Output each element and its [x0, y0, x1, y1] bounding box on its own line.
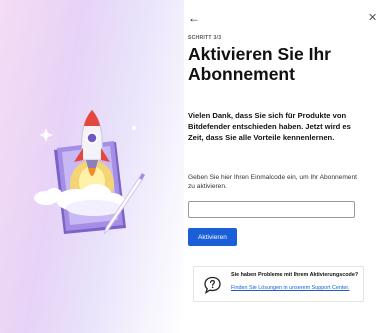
close-icon[interactable]: ✕ — [368, 13, 377, 24]
activation-step-content: ← ✕ SCHRITT 3/3 Aktivieren Sie Ihr Abonn… — [188, 0, 378, 333]
support-help-box: Sie haben Probleme mit Ihrem Aktivierung… — [193, 266, 364, 302]
step-indicator: SCHRITT 3/3 — [188, 35, 222, 41]
rocket-launch-illustration — [34, 109, 145, 235]
illustration-panel — [0, 0, 184, 333]
support-center-link[interactable]: Finden Sie Lösungen in unserem Support C… — [231, 285, 361, 292]
activation-code-input[interactable] — [188, 201, 355, 218]
chat-question-icon — [204, 276, 221, 294]
activate-button[interactable]: Aktivieren — [188, 228, 237, 246]
arrow-left-icon[interactable]: ← — [188, 12, 200, 24]
activation-instruction: Geben Sie hier Ihren Einmalcode ein, um … — [188, 174, 357, 190]
thank-you-message: Vielen Dank, dass Sie sich für Produkte … — [188, 111, 351, 142]
page-title: Aktivieren Sie Ihr Abonnement — [188, 44, 331, 84]
support-help-title: Sie haben Probleme mit Ihrem Aktivierung… — [231, 272, 359, 278]
